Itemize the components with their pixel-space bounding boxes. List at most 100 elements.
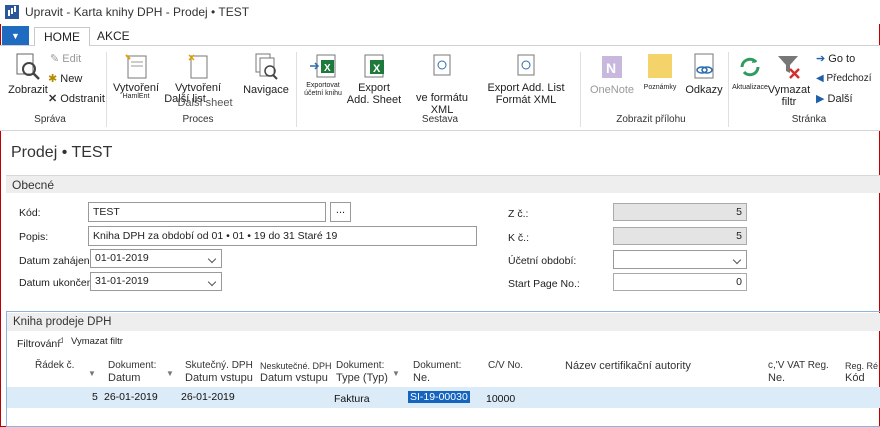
sort-arrow-icon: ▼ [88, 369, 96, 378]
cell-radek: 5 [92, 391, 98, 403]
separator [106, 52, 107, 127]
odstranit-button[interactable]: ✕ Odstranit [48, 93, 105, 105]
navigace-button[interactable]: Navigace [238, 52, 294, 96]
col-vat-reg[interactable]: c,'V VAT Reg. Ne. [768, 360, 829, 384]
title-bar: Upravit - Karta knihy DPH - Prodej • TES… [0, 0, 880, 24]
col-reg-kod[interactable]: Reg. Ré Kód [845, 360, 878, 384]
k-c-field: 5 [613, 227, 747, 245]
cell-ne[interactable]: SI-19-00030 [408, 391, 470, 403]
arrow-right-icon: ➔ [816, 53, 826, 65]
new-sheet-icon [188, 54, 208, 79]
triangle-left-icon: ◀ [816, 73, 824, 84]
vymazat-filtr-button[interactable]: Vymazat filtr [71, 336, 123, 347]
aktualizace-button[interactable]: Aktualizace [730, 52, 770, 92]
new-button[interactable]: ✱ New [48, 73, 82, 85]
excel-export-icon: X [310, 54, 336, 78]
link-icon [694, 53, 714, 79]
start-page-label: Start Page No.: [508, 278, 580, 290]
delete-icon: ✕ [48, 93, 58, 105]
svg-text:X: X [324, 63, 331, 74]
group-label-stranka: Stránka [791, 114, 827, 125]
col-dokument-typ[interactable]: Dokument: Type (Typ) [336, 360, 388, 384]
kod-label: Kód: [19, 207, 41, 219]
exportovat-button[interactable]: X Exportovat účetní knihu [298, 52, 348, 98]
kod-field[interactable]: TEST [88, 202, 326, 222]
cell-typ: Faktura [334, 393, 370, 405]
cell-skutecny: 26-01-2019 [181, 391, 235, 403]
onenote-button[interactable]: N OneNote [588, 52, 636, 96]
col-dokument-ne[interactable]: Dokument: Ne. [413, 360, 461, 384]
xml-icon [433, 54, 451, 76]
vymazat-filtr-ribbon-button[interactable]: Vymazat filtr [766, 52, 812, 108]
export-add-sheet-button[interactable]: X Export Add. Sheet [346, 52, 402, 106]
ucetni-obdobi-field[interactable] [613, 250, 747, 269]
separator [728, 52, 729, 127]
subpage-header: Kniha prodeje DPH [7, 313, 880, 331]
subpage-title: Kniha prodeje DPH [13, 316, 112, 328]
edit-button[interactable]: ✎ Edit [50, 53, 81, 65]
col-neskutecne-dph[interactable]: Neskutečné. DPH Datum vstupu [260, 360, 332, 384]
zobrazit-button[interactable]: Zobrazit [8, 52, 48, 96]
view-icon [16, 53, 40, 80]
tab-akce[interactable]: AKCE [88, 27, 139, 47]
popis-field[interactable]: Kniha DPH za období od 01 • 01 • 19 do 3… [88, 226, 477, 246]
group-label-zobrazit-prilohu: Zobrazit přílohu [616, 114, 686, 125]
k-c-label: K č.: [508, 232, 530, 244]
ribbon-tabs: ▼ HOME AKCE [0, 24, 880, 47]
separator [296, 52, 297, 127]
col-nazev[interactable]: Název certifikační autority [565, 360, 691, 372]
export-add-list-xml-button[interactable]: Export Add. List Formát XML [486, 52, 566, 106]
predchozi-button[interactable]: ◀ Předchozí [816, 73, 880, 85]
file-menu-button[interactable]: ▼ [2, 26, 29, 45]
sort-arrow-icon: ▼ [392, 369, 400, 378]
cell-cv: 10000 [486, 393, 516, 405]
notes-icon [648, 54, 672, 78]
group-label-proces: Proces [182, 114, 214, 125]
svg-text:N: N [606, 60, 616, 76]
page-title: Prodej • TEST [11, 144, 113, 161]
filtrovani-button[interactable]: Filtrování [17, 338, 60, 350]
ucetni-obdobi-label: Účetní období: [508, 255, 577, 267]
col-skutecny-dph[interactable]: Skutečný. DPH Datum vstupu [185, 360, 253, 384]
datum-ukonceni-field[interactable]: 31-01-2019 [90, 272, 222, 291]
excel-icon: X [364, 54, 384, 78]
group-label-sestava: Sestava [421, 114, 459, 125]
app-icon [5, 5, 19, 19]
clear-filter-icon [778, 56, 800, 79]
sort-arrow-icon: ▼ [166, 369, 174, 378]
tab-home[interactable]: HOME [34, 27, 90, 47]
hamlent-label: HamlEnt [122, 93, 150, 100]
new-icon: ✱ [48, 73, 58, 85]
vytvoreni-button-1[interactable]: Vytvoření [112, 52, 160, 94]
svg-text:X: X [373, 63, 381, 75]
refresh-icon [740, 57, 760, 77]
dalsi-button[interactable]: ▶ Další [816, 93, 880, 105]
datum-zahajeni-field[interactable]: 01-01-2019 [90, 249, 222, 268]
window-title: Upravit - Karta knihy DPH - Prodej • TES… [25, 5, 250, 19]
xml-export-button[interactable]: ve formátu XML [404, 52, 480, 116]
z-c-field: 5 [613, 203, 747, 221]
dalsi-sheet-label: Další sheet [177, 97, 233, 109]
clear-filter-small-icon: ⊿ [56, 335, 65, 346]
popis-label: Popis: [19, 231, 49, 243]
fasttab-obecne[interactable]: Obecné [6, 175, 880, 193]
vytvoreni-button-2[interactable]: Vytvoření [168, 52, 228, 94]
pencil-icon: ✎ [50, 53, 60, 65]
go-to-button[interactable]: ➔ Go to [816, 53, 880, 65]
z-c-label: Z č.: [508, 208, 529, 220]
odkazy-button[interactable]: Odkazy [682, 52, 726, 96]
xml-list-icon [517, 54, 535, 76]
fasttab-obecne-label: Obecné [12, 178, 55, 192]
col-dokument-datum[interactable]: Dokument: Datum [108, 360, 156, 384]
datum-zahajeni-label: Datum zahájení [19, 255, 93, 267]
col-cv-no[interactable]: C/V No. [488, 360, 523, 372]
onenote-icon: N [602, 56, 622, 78]
sheet-icon [125, 54, 147, 79]
triangle-right-icon: ▶ [816, 93, 825, 105]
start-page-field[interactable]: 0 [613, 273, 747, 291]
datum-ukonceni-label: Datum ukončení [19, 277, 96, 289]
poznamky-button[interactable]: Poznámky [640, 52, 680, 92]
kod-lookup-button[interactable]: ... [330, 202, 351, 222]
col-radek[interactable]: Řádek č. [35, 360, 74, 372]
separator [580, 52, 581, 127]
